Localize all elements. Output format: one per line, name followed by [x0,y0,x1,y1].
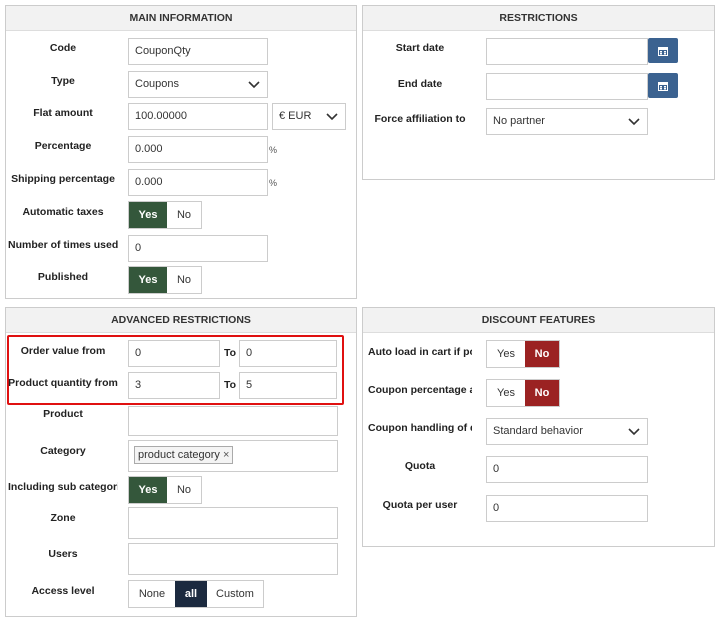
zone-input[interactable] [128,507,338,539]
calendar-icon[interactable] [648,73,678,98]
no-option[interactable]: No [167,267,201,293]
coupon-handling-select[interactable]: Standard behavior [486,418,648,445]
automatic-taxes-label: Automatic taxes [22,206,104,218]
code-input[interactable]: CouponQty [128,38,268,65]
shipping-percentage-input[interactable]: 0.000 [128,169,268,196]
quota-label: Quota [404,460,436,472]
users-label: Users [48,548,78,560]
calendar-icon[interactable] [648,38,678,63]
currency-select[interactable]: € EUR [272,103,346,130]
auto-load-toggle[interactable]: Yes No [486,340,560,368]
coupon-handling-value: Standard behavior [493,425,583,437]
panel-title: MAIN INFORMATION [6,6,356,31]
auto-load-label: Auto load in cart if pos [368,346,472,358]
access-custom-option[interactable]: Custom [207,581,263,607]
no-option[interactable]: No [525,341,559,367]
quota-per-user-label: Quota per user [382,499,458,511]
panel-title: RESTRICTIONS [363,6,714,31]
force-affiliation-value: No partner [493,115,545,127]
published-label: Published [37,271,89,283]
flat-amount-input[interactable]: 100.00000 [128,103,268,130]
quota-per-user-input[interactable]: 0 [486,495,648,522]
percentage-label: Percentage [34,140,92,152]
chevron-down-icon [621,419,647,444]
coupon-percentage-label: Coupon percentage ap [368,384,472,396]
start-date-input[interactable] [486,38,648,65]
category-tag: product category × [134,446,234,464]
access-all-option[interactable]: all [175,581,207,607]
times-used-input[interactable]: 0 [128,235,268,262]
percentage-input[interactable]: 0.000 [128,136,268,163]
category-label: Category [40,445,86,457]
product-quantity-from-input[interactable]: 3 [128,372,220,399]
coupon-handling-label: Coupon handling of dis [368,422,472,434]
product-quantity-label: Product quantity from [8,377,118,389]
chevron-down-icon [319,104,345,129]
chevron-down-icon [621,109,647,134]
type-value: Coupons [135,78,180,90]
product-input[interactable] [128,406,338,436]
currency-value: € EUR [279,110,312,122]
coupon-percentage-toggle[interactable]: Yes No [486,379,560,407]
to-label: To [224,347,237,359]
panel-title: ADVANCED RESTRICTIONS [6,308,356,333]
shipping-percentage-label: Shipping percentage [11,173,115,185]
percent-unit: % [269,145,278,155]
yes-option[interactable]: Yes [487,380,525,406]
zone-label: Zone [50,512,76,524]
yes-option[interactable]: Yes [129,477,167,503]
to-label: To [224,379,237,391]
published-toggle[interactable]: Yes No [128,266,202,294]
force-affiliation-label: Force affiliation to [374,113,466,125]
category-input[interactable]: product category × [128,440,338,472]
flat-amount-label: Flat amount [33,107,93,119]
product-quantity-to-input[interactable]: 5 [239,372,337,399]
access-none-option[interactable]: None [129,581,175,607]
order-value-to-input[interactable]: 0 [239,340,337,367]
product-label: Product [43,408,83,420]
automatic-taxes-toggle[interactable]: Yes No [128,201,202,229]
type-label: Type [51,75,75,87]
order-value-label: Order value from [20,345,106,357]
access-level-toggle[interactable]: None all Custom [128,580,264,608]
chevron-down-icon [241,72,267,97]
percent-unit: % [269,178,278,188]
category-tag-label: product category [138,449,220,461]
no-option[interactable]: No [167,477,201,503]
yes-option[interactable]: Yes [487,341,525,367]
end-date-input[interactable] [486,73,648,100]
type-select[interactable]: Coupons [128,71,268,98]
sub-categories-toggle[interactable]: Yes No [128,476,202,504]
no-option[interactable]: No [167,202,201,228]
start-date-label: Start date [395,42,445,54]
sub-categories-label: Including sub categorie [8,481,118,493]
code-label: Code [49,42,77,54]
close-icon[interactable]: × [223,449,229,461]
times-used-label: Number of times used [8,239,118,251]
end-date-label: End date [397,78,443,90]
yes-option[interactable]: Yes [129,202,167,228]
panel-title: DISCOUNT FEATURES [363,308,714,333]
users-input[interactable] [128,543,338,575]
yes-option[interactable]: Yes [129,267,167,293]
quota-input[interactable]: 0 [486,456,648,483]
force-affiliation-select[interactable]: No partner [486,108,648,135]
access-level-label: Access level [31,585,95,597]
no-option[interactable]: No [525,380,559,406]
order-value-from-input[interactable]: 0 [128,340,220,367]
